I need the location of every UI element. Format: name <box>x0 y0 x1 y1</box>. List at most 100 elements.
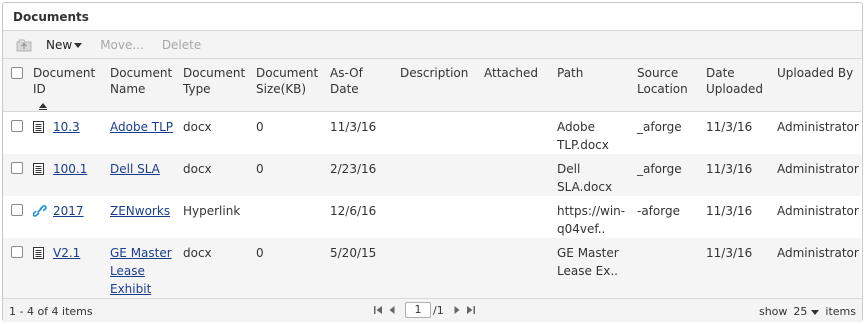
show-label: show <box>758 305 788 318</box>
column-source-location[interactable]: Source Location <box>633 59 702 112</box>
upload-icon[interactable] <box>11 34 37 56</box>
description-cell <box>396 237 480 298</box>
documents-table: Document ID Document Name Document Type … <box>3 59 861 298</box>
document-name-cell: Dell SLA <box>106 153 179 196</box>
as-of-date-cell: 5/20/15 <box>326 237 396 298</box>
attached-cell <box>480 153 553 196</box>
document-id-cell: V2.1 <box>29 237 106 298</box>
document-size-cell: 0 <box>252 237 326 298</box>
column-uploaded-by[interactable]: Uploaded By <box>773 59 861 112</box>
row-select-cell <box>3 237 29 298</box>
row-checkbox[interactable] <box>11 203 23 216</box>
column-path[interactable]: Path <box>553 59 633 112</box>
document-type-cell: docx <box>183 119 212 134</box>
documents-panel: Documents New Move... Delete Document ID… <box>2 2 863 322</box>
items-label: items <box>825 305 856 318</box>
source-location-cell: -aforge <box>637 203 680 218</box>
attached-cell <box>480 111 553 154</box>
document-icon <box>33 246 45 264</box>
column-description[interactable]: Description <box>396 59 480 112</box>
row-select-cell <box>3 196 29 238</box>
document-name-link[interactable]: Adobe TLP <box>110 120 173 134</box>
description-cell <box>396 196 480 238</box>
document-id-link[interactable]: 10.3 <box>53 118 80 136</box>
document-name-cell: GE Master Lease Exhibit <box>106 237 179 298</box>
date-uploaded-cell: 11/3/16 <box>702 153 773 196</box>
chevron-down-icon <box>74 42 83 48</box>
document-type-cell: Hyperlink <box>183 203 241 218</box>
column-document-id[interactable]: Document ID <box>29 59 106 112</box>
document-name-cell: ZENworks <box>106 196 179 238</box>
sort-ascending-icon <box>39 103 47 110</box>
first-page-icon[interactable] <box>371 302 385 318</box>
column-document-id-label: Document ID <box>33 66 96 96</box>
new-button[interactable]: New <box>37 38 91 52</box>
table-row[interactable]: V2.1 GE Master Lease Exhibit docx 0 5/20… <box>3 237 861 298</box>
attached-cell <box>480 237 553 298</box>
page-size-select[interactable]: 25 <box>791 305 821 318</box>
column-document-name[interactable]: Document Name <box>106 59 179 112</box>
description-cell <box>396 111 480 154</box>
as-of-date-cell: 2/23/16 <box>326 153 396 196</box>
source-location-cell <box>633 237 702 298</box>
pager: 1 /1 <box>371 302 478 318</box>
document-id-link[interactable]: 2017 <box>53 202 84 220</box>
page-size-value: 25 <box>793 305 808 318</box>
toolbar: New Move... Delete <box>3 31 862 59</box>
row-checkbox[interactable] <box>11 161 23 174</box>
table-row[interactable]: 2017 ZENworks Hyperlink 12/6/16 https://… <box>3 196 861 238</box>
uploaded-by-cell: Administrator <box>773 153 861 196</box>
next-page-icon[interactable] <box>450 302 464 318</box>
attached-cell <box>480 196 553 238</box>
document-name-link[interactable]: Dell SLA <box>110 162 160 176</box>
document-name-link[interactable]: GE Master Lease Exhibit <box>110 246 172 296</box>
column-document-size[interactable]: Document Size(KB) <box>252 59 326 112</box>
document-size-cell <box>252 196 326 238</box>
hyperlink-icon <box>32 204 47 222</box>
row-checkbox[interactable] <box>11 245 23 258</box>
column-date-uploaded[interactable]: Date Uploaded <box>702 59 773 112</box>
move-button[interactable]: Move... <box>91 38 153 52</box>
previous-page-icon[interactable] <box>385 302 399 318</box>
table-header-row: Document ID Document Name Document Type … <box>3 59 861 112</box>
chevron-down-icon <box>811 310 820 315</box>
table-row[interactable]: 10.3 Adobe TLP docx 0 11/3/16 Adobe TLP.… <box>3 111 861 154</box>
as-of-date-cell: 11/3/16 <box>330 119 377 134</box>
last-page-icon[interactable] <box>464 302 478 318</box>
delete-button[interactable]: Delete <box>153 38 210 52</box>
document-name-cell: Adobe TLP <box>106 111 179 154</box>
page-number-input[interactable]: 1 <box>405 302 431 318</box>
uploaded-by-cell: Administrator <box>777 119 859 134</box>
source-location-cell: _aforge <box>637 119 682 134</box>
date-uploaded-cell: 11/3/16 <box>706 203 753 218</box>
column-as-of-date[interactable]: As-Of Date <box>326 59 396 112</box>
path-cell: Adobe TLP.docx <box>557 119 609 152</box>
document-icon <box>33 162 45 180</box>
table-row[interactable]: 100.1 Dell SLA docx 0 2/23/16 Dell SLA.d… <box>3 153 861 196</box>
document-icon <box>33 120 45 138</box>
document-id-link[interactable]: V2.1 <box>53 244 80 262</box>
date-uploaded-cell: 11/3/16 <box>706 119 753 134</box>
panel-title: Documents <box>3 3 862 31</box>
select-all-checkbox[interactable] <box>11 67 23 79</box>
row-checkbox[interactable] <box>11 119 23 132</box>
pagination-footer: 1 - 4 of 4 items 1 /1 show 25 items <box>3 298 862 322</box>
path-cell: https://win-q04vef.. <box>557 203 626 236</box>
document-id-link[interactable]: 100.1 <box>53 160 87 178</box>
column-attached[interactable]: Attached <box>480 59 553 112</box>
page-total-label: /1 <box>433 303 444 317</box>
column-document-type[interactable]: Document Type <box>179 59 252 112</box>
row-select-cell <box>3 111 29 154</box>
document-size-cell: 0 <box>252 153 326 196</box>
uploaded-by-cell: Administrator <box>777 203 859 218</box>
document-id-cell: 2017 <box>29 196 106 238</box>
document-id-cell: 10.3 <box>29 111 106 154</box>
document-type-cell: docx <box>179 153 252 196</box>
page-size-control: show 25 items <box>757 305 858 318</box>
row-select-cell <box>3 153 29 196</box>
item-range-label: 1 - 4 of 4 items <box>9 305 93 318</box>
date-uploaded-cell: 11/3/16 <box>702 237 773 298</box>
document-name-link[interactable]: ZENworks <box>110 204 170 218</box>
select-all-cell <box>3 59 29 112</box>
description-cell <box>396 153 480 196</box>
